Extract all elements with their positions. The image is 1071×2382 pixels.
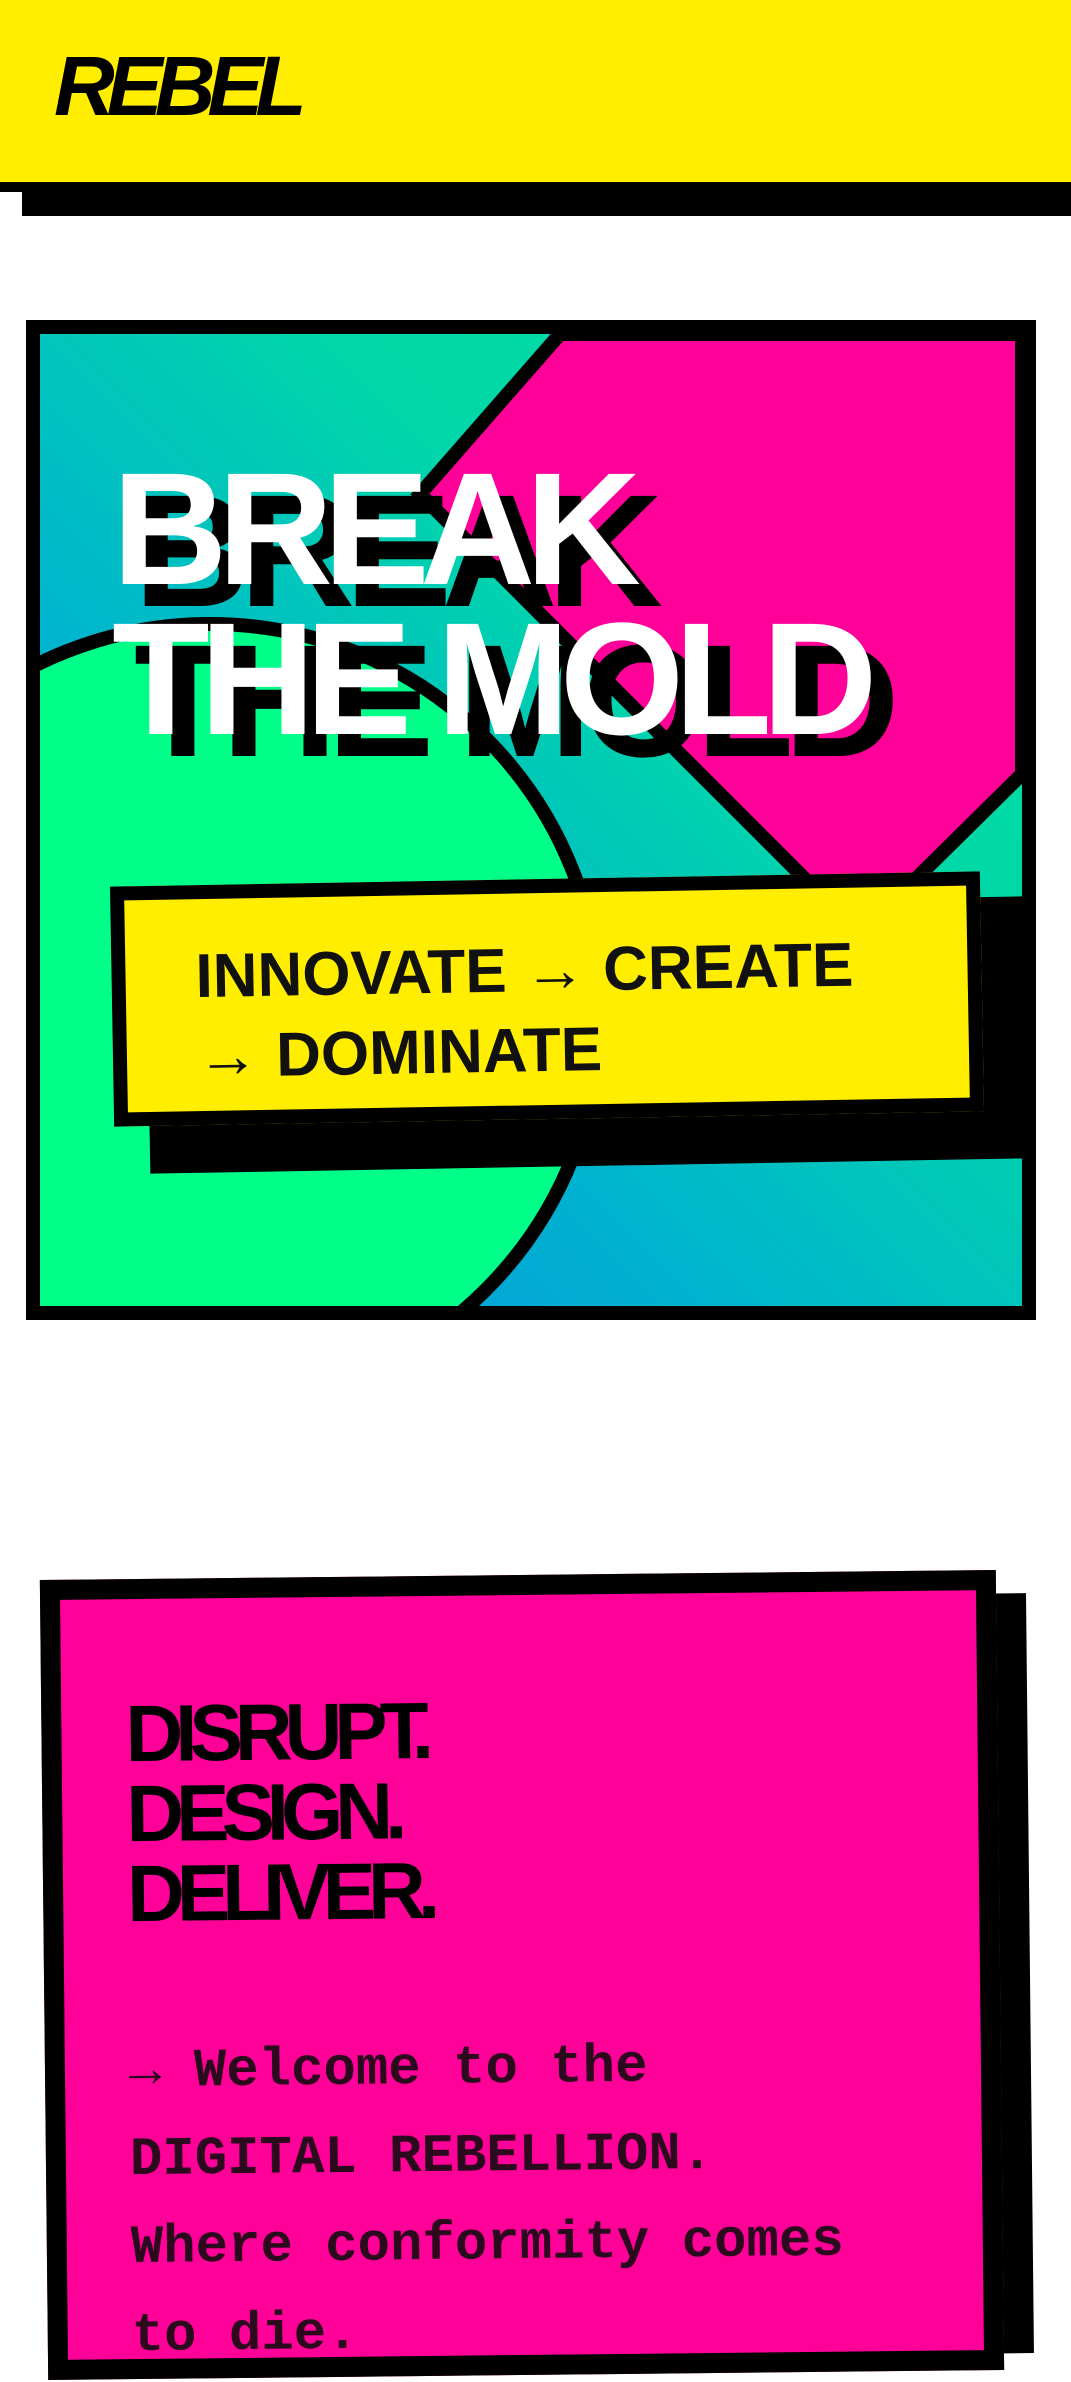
logo[interactable]: REBEL [54,44,307,128]
tagline-box: INNOVATE → CREATE → DOMINATE [109,871,985,1127]
card-body-text: → Welcome to the DIGITAL REBELLION. Wher… [128,2036,845,2368]
hero-title: BREAK THE MOLD [112,449,877,759]
card-title-line-3: DELIVER. [126,1845,433,1939]
tagline-text: INNOVATE → CREATE → DOMINATE [194,930,854,1092]
hero-section: BREAK THE MOLD INNOVATE → CREATE → DOMIN… [26,320,1036,1320]
site-header: REBEL [0,0,1071,192]
card-title-line-2: DESIGN. [125,1766,400,1859]
manifesto-card: DISRUPT. DESIGN. DELIVER. → Welcome to t… [39,1570,1005,2380]
card-title-line-1: DISRUPT. [124,1685,427,1779]
card-title: DISRUPT. DESIGN. DELIVER. [125,1686,433,1938]
header-shadow [22,190,1071,216]
hero-title-line-2: THE MOLD [112,589,877,768]
